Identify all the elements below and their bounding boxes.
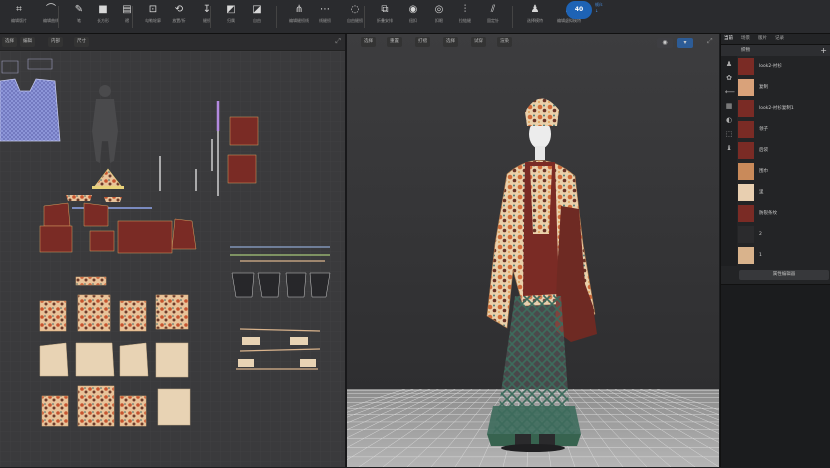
main-toolbar: ⌗ 编辑版片 ⌒ 编辑曲线 ✎ 笔 ■ 长方形 ▤ 褶 ⊡ 勾勒轮廓 ⟲ 放置/折 ↧ 缝纫 ◩ 归属 ◪ 自由 ⋔ 编辑… [0, 0, 830, 34]
object-browser-panel: 当前 场景 版片 记录 织物 + ♟ ✿ ⟵ ▦ ◐ ⬚ ♝ look2-衬衫复… [720, 34, 830, 468]
fabric-swatch [738, 247, 754, 264]
property-editor-button[interactable]: 属性编辑器 [739, 270, 829, 280]
fabric-swatch [738, 58, 754, 75]
fabric-list-item[interactable]: look2-衬衫复制1 [737, 98, 830, 119]
tab-current[interactable]: 当前 [724, 35, 733, 43]
property-editor-area [721, 284, 830, 468]
toolbar-item-9[interactable]: ◪ 自由 [240, 3, 274, 31]
object-browser-tabs: 当前 场景 版片 记录 [721, 34, 830, 45]
pattern-2d-canvas[interactable] [0, 51, 345, 467]
fabric-name: 1 [759, 253, 762, 258]
toolbar-item-icon: ◪ [252, 4, 262, 15]
fabric-name: 围巾 [759, 169, 768, 174]
fabric-swatch [738, 100, 754, 117]
tab-scene[interactable]: 场景 [741, 35, 750, 43]
object-type-sidebar: ♟ ✿ ⟵ ▦ ◐ ⬚ ♝ [721, 56, 737, 266]
fabric-list-item[interactable]: 复制 [737, 77, 830, 98]
fabric-list-item[interactable]: 1 [737, 245, 830, 266]
fabric-swatch [738, 226, 754, 243]
toolbar-separator [276, 6, 277, 28]
fabric-swatch [738, 205, 754, 222]
fabric-list-item[interactable]: 围巾 [737, 161, 830, 182]
tab-history[interactable]: 记录 [775, 35, 784, 43]
toolbar-separator [364, 6, 365, 28]
fps-unit: 帧/s ↓ [595, 2, 602, 14]
fabric-icon[interactable]: ✿ [725, 74, 733, 82]
fabric-list-item[interactable]: 防裂条纹 [737, 203, 830, 224]
toolbar-separator [210, 6, 211, 28]
graphic-icon[interactable]: ▦ [725, 102, 733, 110]
toolbar-item-label: 选择模特 [527, 18, 543, 23]
fabric-header: 织物 + [721, 45, 830, 56]
toolbar-item-18[interactable]: ♟ 选择模特 [518, 3, 552, 31]
topstitch-icon[interactable]: ⬚ [725, 130, 733, 138]
button-item-icon[interactable]: ◐ [725, 116, 733, 124]
toolbar-item-12[interactable]: ◌ 自由缝纫 [338, 3, 372, 31]
fabric-name: 防裂条纹 [759, 211, 777, 216]
add-fabric-icon[interactable]: + [820, 45, 827, 56]
toolbar-item-label: 固定针 [487, 18, 499, 23]
pattern-2d-window[interactable]: 选择 编辑 内部 尺寸 ⤢ [0, 34, 345, 467]
pattern-2d-toolbar: 选择 编辑 内部 尺寸 ⤢ [0, 34, 345, 51]
toolbar-item-icon: ⌗ [16, 4, 22, 15]
avatar-icon[interactable]: ♟ [725, 60, 733, 68]
toolbar-separator [58, 6, 59, 28]
tool-2d-edit[interactable]: 编辑 [20, 37, 35, 47]
fabric-name: 2 [759, 232, 762, 237]
toolbar-separator [132, 6, 133, 28]
needle-icon[interactable]: ⟵ [725, 88, 735, 96]
toolbar-item-label: 编辑版片 [11, 18, 27, 23]
tool-2d-select[interactable]: 选择 [2, 37, 17, 47]
toolbar-separator [512, 6, 513, 28]
toolbar-item-0[interactable]: ⌗ 编辑版片 [2, 3, 36, 31]
avatar-3d[interactable] [347, 34, 719, 467]
tab-pattern[interactable]: 版片 [758, 35, 767, 43]
fabric-swatch [738, 121, 754, 138]
fabric-name: look2-衬衫复制1 [759, 106, 794, 111]
toolbar-item-label: 线缝纫 [319, 18, 331, 23]
toolbar-item-17[interactable]: ⫽ 固定针 [476, 3, 510, 31]
fabric-name: 领子 [759, 127, 768, 132]
fabric-name: 里 [759, 190, 764, 195]
fabric-list-item[interactable]: 后袋 [737, 140, 830, 161]
hanger-icon[interactable]: ♝ [725, 144, 733, 152]
toolbar-item-icon: ◌ [350, 4, 360, 15]
fabric-swatch [738, 142, 754, 159]
fabric-name: 后袋 [759, 148, 768, 153]
tool-2d-size[interactable]: 尺寸 [74, 37, 89, 47]
fabric-list-item[interactable]: look2-衬衫 [737, 56, 830, 77]
fabric-list-item[interactable]: 2 [737, 224, 830, 245]
toolbar-item-icon: ♟ [530, 4, 540, 15]
fabric-name: 复制 [759, 85, 768, 90]
expand-icon[interactable]: ⤢ [335, 37, 341, 46]
fps-unit-arrow: ↓ [595, 8, 599, 13]
toolbar-item-icon: ⫽ [490, 4, 496, 15]
toolbar-item-11[interactable]: ⋯ 线缝纫 [308, 3, 342, 31]
fabric-swatch [738, 184, 754, 201]
viewport-3d[interactable]: 选择 重置 打褶 选择 试穿 渲染 ◉ ▾ ⤢ [347, 34, 719, 467]
toolbar-item-label: 自由 [253, 18, 261, 23]
fabric-swatch [738, 163, 754, 180]
toolbar-item-label: 自由缝纫 [347, 18, 363, 23]
toolbar-item-icon: ⋯ [320, 4, 330, 15]
fabric-name: look2-衬衫 [759, 64, 782, 69]
fabric-list-item[interactable]: 里 [737, 182, 830, 203]
fabric-header-label: 织物 [741, 48, 750, 53]
fabric-list-item[interactable]: 领子 [737, 119, 830, 140]
fps-badge: 40 [566, 1, 592, 19]
fabric-swatch [738, 79, 754, 96]
tool-2d-internal[interactable]: 内部 [48, 37, 63, 47]
